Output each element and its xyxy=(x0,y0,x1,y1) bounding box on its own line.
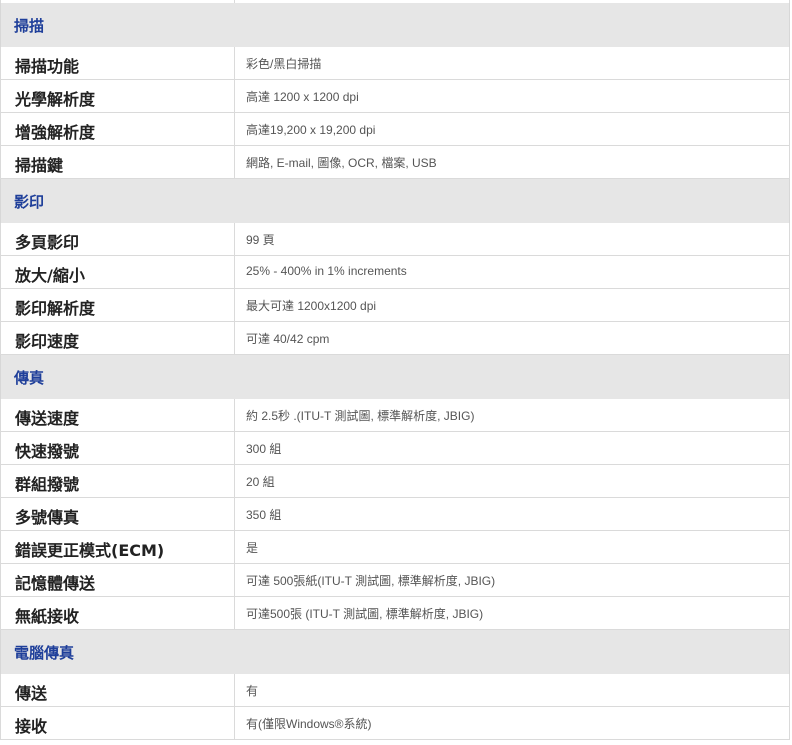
table-row: 群組撥號 20 組 xyxy=(0,465,790,498)
section-title: 影印 xyxy=(14,193,45,211)
section-header-copy: 影印 xyxy=(0,179,790,223)
row-label: 影印速度 xyxy=(15,332,80,351)
column-divider xyxy=(234,498,235,530)
row-value: 20 組 xyxy=(246,475,275,489)
column-divider xyxy=(234,47,235,79)
row-label: 快速撥號 xyxy=(15,442,80,461)
column-divider xyxy=(234,707,235,739)
table-row: 掃描功能 彩色/黑白掃描 xyxy=(0,47,790,80)
section-title: 電腦傳真 xyxy=(14,644,75,662)
column-divider xyxy=(234,399,235,431)
table-row: 影印解析度 最大可達 1200x1200 dpi xyxy=(0,289,790,322)
row-label: 掃描功能 xyxy=(15,57,80,76)
column-divider xyxy=(234,564,235,596)
row-value: 可達 40/42 cpm xyxy=(246,332,330,346)
table-row: 光學解析度 高達 1200 x 1200 dpi xyxy=(0,80,790,113)
table-row: 錯誤更正模式(ECM) 是 xyxy=(0,531,790,564)
table-row: 放大/縮小 25% - 400% in 1% increments xyxy=(0,256,790,289)
table-row: 傳送速度 約 2.5秒 .(ITU-T 測試圖, 標準解析度, JBIG) xyxy=(0,399,790,432)
row-value: 有 xyxy=(246,684,259,698)
column-divider xyxy=(234,113,235,145)
row-value: 網路, E-mail, 圖像, OCR, 檔案, USB xyxy=(246,156,437,170)
row-value: 可達 500張紙(ITU-T 測試圖, 標準解析度, JBIG) xyxy=(246,574,496,588)
table-row: 增強解析度 高達19,200 x 19,200 dpi xyxy=(0,113,790,146)
row-value: 最大可達 1200x1200 dpi xyxy=(246,299,377,313)
row-value: 可達500張 (ITU-T 測試圖, 標準解析度, JBIG) xyxy=(246,607,484,621)
column-divider xyxy=(234,674,235,706)
row-value: 99 頁 xyxy=(246,233,275,247)
table-row: 多號傳真 350 組 xyxy=(0,498,790,531)
row-label: 光學解析度 xyxy=(15,90,96,109)
row-value: 彩色/黑白掃描 xyxy=(246,57,322,71)
column-divider xyxy=(234,432,235,464)
row-label: 記憶體傳送 xyxy=(15,574,96,593)
column-divider xyxy=(234,223,235,255)
row-label: 群組撥號 xyxy=(15,475,80,494)
table-row: 無紙接收 可達500張 (ITU-T 測試圖, 標準解析度, JBIG) xyxy=(0,597,790,630)
column-divider xyxy=(234,146,235,178)
table-row: 掃描鍵 網路, E-mail, 圖像, OCR, 檔案, USB xyxy=(0,146,790,179)
column-divider xyxy=(234,322,235,354)
row-label: 錯誤更正模式(ECM) xyxy=(15,541,165,560)
column-divider xyxy=(234,289,235,321)
row-value: 350 組 xyxy=(246,508,282,522)
row-label: 影印解析度 xyxy=(15,299,96,318)
column-divider xyxy=(234,597,235,629)
spec-table: 掃描 掃描功能 彩色/黑白掃描 光學解析度 高達 1200 x 1200 dpi… xyxy=(0,0,792,745)
section-title: 傳真 xyxy=(14,369,45,387)
table-row: 傳送 有 xyxy=(0,674,790,707)
row-value: 高達 1200 x 1200 dpi xyxy=(246,90,359,104)
row-value: 是 xyxy=(246,541,259,555)
column-divider xyxy=(234,465,235,497)
row-label: 傳送 xyxy=(15,684,48,703)
section-header-fax: 傳真 xyxy=(0,355,790,399)
section-header-scan: 掃描 xyxy=(0,3,790,47)
section-header-pc-fax: 電腦傳真 xyxy=(0,630,790,674)
row-label: 多號傳真 xyxy=(15,508,80,527)
table-row: 記憶體傳送 可達 500張紙(ITU-T 測試圖, 標準解析度, JBIG) xyxy=(0,564,790,597)
column-divider xyxy=(234,80,235,112)
column-divider xyxy=(234,531,235,563)
row-label: 掃描鍵 xyxy=(15,156,64,175)
row-value: 約 2.5秒 .(ITU-T 測試圖, 標準解析度, JBIG) xyxy=(246,409,475,423)
row-label: 多頁影印 xyxy=(15,233,80,252)
column-divider xyxy=(234,256,235,288)
row-value: 高達19,200 x 19,200 dpi xyxy=(246,123,376,137)
row-label: 放大/縮小 xyxy=(15,266,85,285)
row-label: 無紙接收 xyxy=(15,607,80,626)
row-value: 有(僅限Windows®系統) xyxy=(246,717,372,731)
row-label: 增強解析度 xyxy=(15,123,96,142)
row-value: 25% - 400% in 1% increments xyxy=(246,264,407,278)
section-title: 掃描 xyxy=(14,17,45,35)
table-row: 快速撥號 300 組 xyxy=(0,432,790,465)
table-row: 多頁影印 99 頁 xyxy=(0,223,790,256)
row-label: 接收 xyxy=(15,717,48,736)
table-row: 影印速度 可達 40/42 cpm xyxy=(0,322,790,355)
row-value: 300 組 xyxy=(246,442,282,456)
table-row: 接收 有(僅限Windows®系統) xyxy=(0,707,790,740)
row-label: 傳送速度 xyxy=(15,409,80,428)
